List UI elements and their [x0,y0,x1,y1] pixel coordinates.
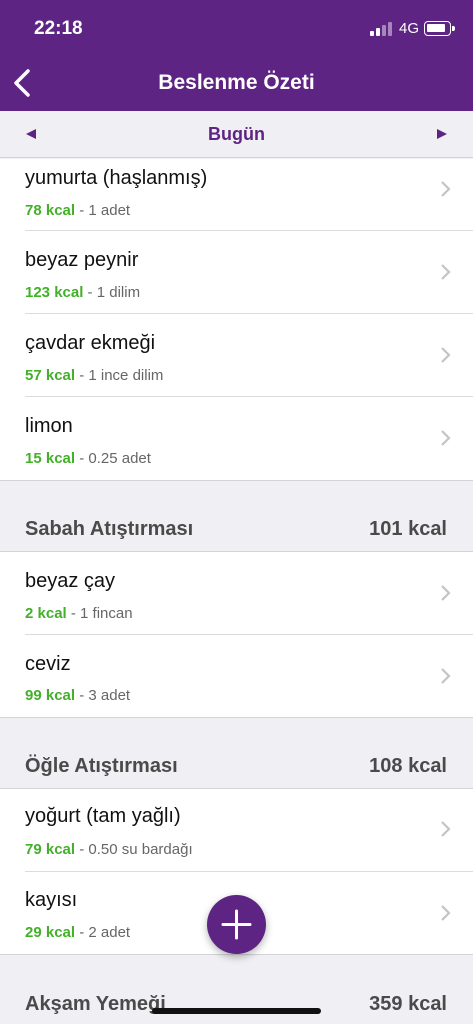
plus-icon [221,909,252,940]
food-name: beyaz peynir [25,249,139,271]
food-kcal: 29 kcal [25,924,76,941]
next-day-button[interactable] [435,127,449,141]
food-row[interactable]: limon 15 kcal - 0.25 adet [0,397,473,480]
food-row[interactable]: yumurta (haşlanmış) 78 kcal - 1 adet [0,159,473,231]
food-row[interactable]: beyaz peynir 123 kcal - 1 dilim [0,231,473,314]
food-portion: - 1 dilim [83,284,141,301]
chevron-right-icon [441,668,451,684]
date-navigator: Bugün [0,111,473,158]
food-name: yoğurt (tam yağlı) [25,805,181,827]
home-indicator[interactable] [152,1008,321,1014]
food-portion: - 1 adet [75,202,131,219]
chevron-right-icon [441,264,451,280]
food-kcal: 15 kcal [25,450,76,467]
status-time: 22:18 [34,18,83,39]
food-name: ceviz [25,653,71,675]
food-row[interactable]: ceviz 99 kcal - 3 adet [0,635,473,717]
food-name: yumurta (haşlanmış) [25,167,208,189]
food-portion: - 1 ince dilim [75,367,164,384]
food-portion: - 0.50 su bardağı [75,841,193,858]
page-title: Beslenme Özeti [158,71,315,94]
network-label: 4G [399,20,420,37]
food-kcal: 78 kcal [25,202,76,219]
meal-section-header: Öğle Atıştırması 108 kcal [0,717,473,789]
food-row[interactable]: yoğurt (tam yağlı) 79 kcal - 0.50 su bar… [0,789,473,872]
meal-total: 101 kcal [369,518,447,540]
meal-section-header: Sabah Atıştırması 101 kcal [0,480,473,552]
food-detail: 78 kcal - 1 adet [25,202,130,219]
food-detail: 2 kcal - 1 fincan [25,605,133,622]
food-portion: - 1 fincan [66,605,133,622]
food-detail: 57 kcal - 1 ince dilim [25,367,163,384]
food-name: çavdar ekmeği [25,332,156,354]
food-kcal: 123 kcal [25,284,84,301]
meal-total: 108 kcal [369,755,447,777]
food-kcal: 79 kcal [25,841,76,858]
food-row[interactable]: çavdar ekmeği 57 kcal - 1 ince dilim [0,314,473,397]
meal-title: Akşam Yemeği [25,993,166,1015]
chevron-right-icon [441,821,451,837]
food-kcal: 2 kcal [25,605,67,622]
navigation-bar: 22:18 4G Beslenme Özeti [0,0,473,111]
chevron-right-icon [441,905,451,921]
food-detail: 29 kcal - 2 adet [25,924,130,941]
food-portion: - 2 adet [75,924,131,941]
food-kcal: 99 kcal [25,687,76,704]
food-row[interactable]: beyaz çay 2 kcal - 1 fincan [0,552,473,635]
food-detail: 15 kcal - 0.25 adet [25,450,151,467]
add-food-button[interactable] [207,895,266,954]
chevron-right-icon [441,430,451,446]
meal-title: Sabah Atıştırması [25,518,194,540]
chevron-right-icon [441,585,451,601]
chevron-right-icon [441,347,451,363]
meal-total: 359 kcal [369,993,447,1015]
food-detail: 99 kcal - 3 adet [25,687,130,704]
food-portion: - 0.25 adet [75,450,151,467]
food-detail: 79 kcal - 0.50 su bardağı [25,841,193,858]
date-label: Bugün [208,124,265,144]
signal-icon [370,22,394,36]
food-kcal: 57 kcal [25,367,76,384]
meal-title: Öğle Atıştırması [25,755,178,777]
chevron-right-icon [441,181,451,197]
food-portion: - 3 adet [75,687,131,704]
food-name: kayısı [25,889,78,911]
food-name: beyaz çay [25,570,116,592]
food-detail: 123 kcal - 1 dilim [25,284,140,301]
food-name: limon [25,415,73,437]
battery-icon [424,21,455,36]
